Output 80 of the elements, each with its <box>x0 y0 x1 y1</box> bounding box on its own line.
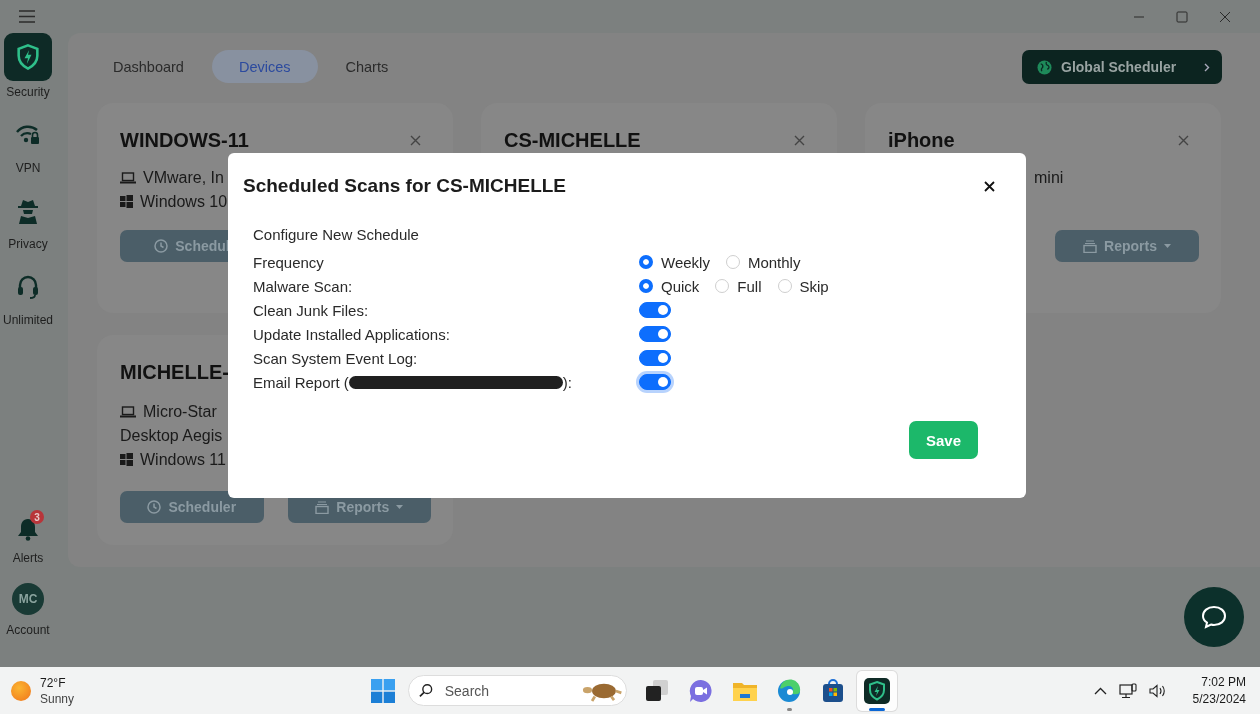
maximize-icon[interactable] <box>1176 10 1188 23</box>
tab[interactable]: Charts <box>321 50 413 83</box>
spy-icon <box>16 198 40 224</box>
clock-icon <box>154 239 169 253</box>
toggle-switch[interactable] <box>639 350 671 366</box>
toggle-switch[interactable] <box>639 374 671 390</box>
device-name: WINDOWS-11 <box>120 129 249 152</box>
sidebar-item[interactable]: Privacy <box>0 187 56 251</box>
avatar: MC <box>12 583 44 615</box>
global-scheduler-button[interactable]: Global Scheduler <box>1022 50 1222 84</box>
windows-icon <box>120 195 133 208</box>
setting-label: ): <box>562 373 573 391</box>
laptop-icon <box>120 171 136 184</box>
windows-icon <box>120 453 133 466</box>
tray-icon <box>315 500 330 514</box>
radio-option[interactable]: Monthly <box>725 253 801 271</box>
tab[interactable]: Devices <box>211 50 318 83</box>
caret-icon <box>396 505 404 509</box>
tray-icon <box>1083 239 1098 253</box>
save-button[interactable]: Save <box>909 421 978 459</box>
sidebar-item[interactable]: VPN <box>0 111 56 175</box>
sidebar-item[interactable]: Unlimited <box>0 263 56 327</box>
alerts-item[interactable]: 3 Alerts <box>0 509 56 565</box>
setting-label: Clean Junk Files: <box>253 301 369 319</box>
search-icon <box>419 683 433 698</box>
taskbar-button[interactable] <box>857 670 897 711</box>
store-icon[interactable] <box>821 678 845 703</box>
clock-icon <box>147 500 162 514</box>
search-field[interactable]: Search <box>442 681 572 700</box>
edge-icon[interactable] <box>777 678 801 703</box>
network-icon[interactable] <box>1118 682 1137 699</box>
speaker-icon[interactable] <box>1148 683 1167 698</box>
device-name: CS-MICHELLE <box>504 129 641 152</box>
setting-label: Scan System Event Log: <box>253 349 418 367</box>
headset-icon <box>16 274 40 300</box>
chevron-up-icon[interactable] <box>1093 686 1107 695</box>
clock[interactable]: 7:02 PM 5/23/2024 <box>1192 673 1246 708</box>
chat-icon[interactable] <box>689 678 713 703</box>
device-name: iPhone <box>888 129 955 152</box>
laptop-icon <box>120 405 136 418</box>
shield-icon <box>14 43 42 71</box>
tab[interactable]: Dashboard <box>97 50 208 83</box>
dialog-title: Scheduled Scans for CS-MICHELLE <box>243 175 567 197</box>
device-detail: Desktop Aegis <box>120 426 223 445</box>
close-icon[interactable] <box>984 180 995 192</box>
device-detail: VMware, In <box>143 168 224 187</box>
shield-app-icon[interactable] <box>864 677 890 704</box>
menu-icon[interactable] <box>19 10 35 23</box>
temperature: 72°F <box>40 674 67 691</box>
sun-icon <box>11 680 31 701</box>
chat-button[interactable] <box>1184 587 1244 647</box>
wifi-lock-icon <box>15 124 41 146</box>
radio-option[interactable]: Weekly <box>639 253 710 271</box>
setting-label: Malware Scan: <box>253 277 353 295</box>
setting-label: Email Report ( <box>253 373 349 391</box>
setting-label: Update Installed Applications: <box>253 325 450 343</box>
radio-option[interactable]: Quick <box>639 277 700 295</box>
globe-icon <box>1037 59 1052 75</box>
running-indicator <box>786 707 792 711</box>
weather-condition: Sunny <box>40 690 75 707</box>
notification-badge: 3 <box>30 510 44 524</box>
running-indicator <box>869 707 885 711</box>
radio-option[interactable]: Full <box>715 277 762 295</box>
toggle-switch[interactable] <box>639 302 671 318</box>
task-view-icon[interactable] <box>645 678 669 703</box>
device-detail: mini <box>1034 168 1064 187</box>
chat-bubble-icon <box>1201 605 1227 629</box>
caret-icon <box>1163 244 1171 248</box>
chevron-right-icon <box>1204 62 1210 72</box>
scheduler-button[interactable]: Scheduler <box>120 491 264 523</box>
radio-option[interactable]: Skip <box>777 277 829 295</box>
account-item[interactable]: MC Account <box>0 583 56 637</box>
device-detail: Micro-Star <box>143 402 217 421</box>
search-box[interactable]: Search <box>408 675 627 706</box>
device-name: MICHELLE- <box>120 361 229 384</box>
device-detail: Windows 10 <box>140 192 228 211</box>
reports-button[interactable]: Reports <box>1055 230 1199 262</box>
start-icon[interactable] <box>371 678 395 703</box>
toggle-switch[interactable] <box>639 326 671 342</box>
device-detail: Windows 11 <box>140 450 226 469</box>
